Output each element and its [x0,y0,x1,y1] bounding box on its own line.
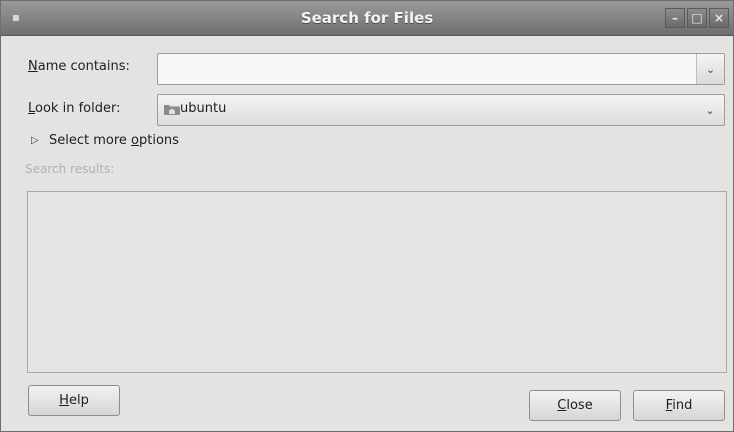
search-results-label: Search results: [25,162,115,176]
look-in-folder-label: Look in folder: [28,101,121,116]
select-more-options-expander[interactable]: ▷ Select more options [31,133,179,148]
title-bar[interactable]: ▪ Search for Files – □ × [1,1,733,36]
help-button[interactable]: Help [28,385,120,416]
name-contains-combo[interactable]: ⌄ [157,53,725,85]
folder-value: ubuntu [180,101,227,116]
find-button[interactable]: Find [633,390,725,421]
minimize-icon[interactable]: – [665,8,685,28]
close-icon[interactable]: × [709,8,729,28]
maximize-icon[interactable]: □ [687,8,707,28]
window-controls: – □ × [665,8,729,28]
home-folder-icon [164,105,180,115]
chevron-down-icon[interactable]: ⌄ [696,95,724,125]
name-contains-label: Name contains: [28,59,130,74]
close-button[interactable]: Close [529,390,621,421]
look-in-folder-combo[interactable]: ubuntu ⌄ [157,94,725,126]
chevron-down-icon[interactable]: ⌄ [696,54,724,84]
window-title: Search for Files [300,9,434,27]
select-more-options-label: Select more options [49,133,179,148]
expander-arrow-icon: ▷ [31,134,39,146]
search-for-files-window: ▪ Search for Files – □ × Name contains: … [0,0,734,432]
search-results-list[interactable] [27,191,727,373]
